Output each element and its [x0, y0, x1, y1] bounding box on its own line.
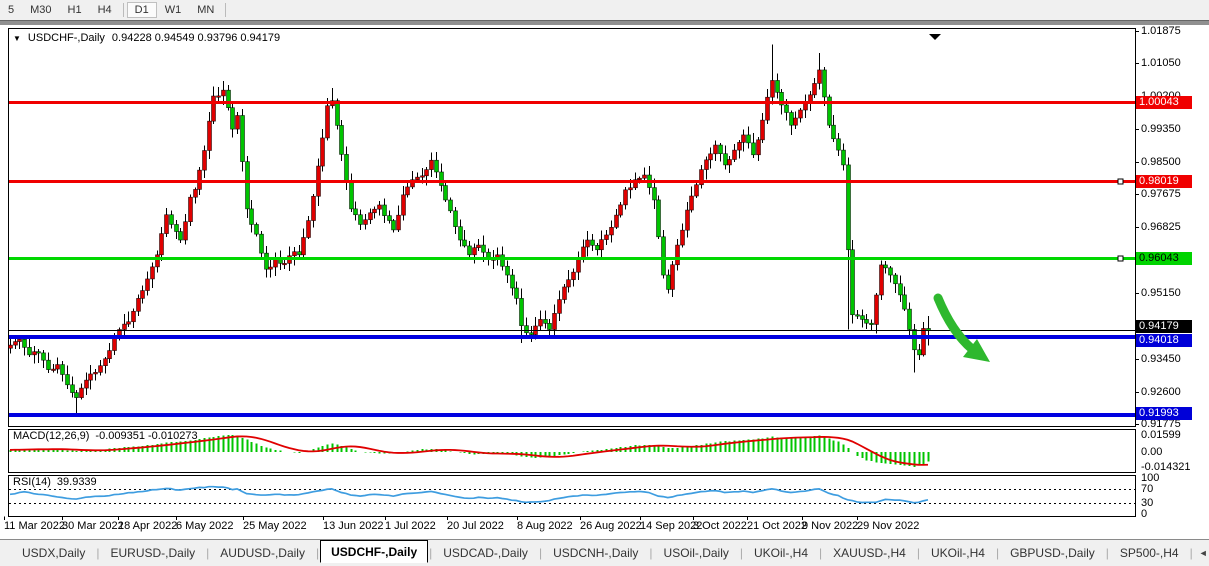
- chart-symbol-label: USDCHF-,Daily: [28, 32, 105, 44]
- date-axis-label: 3 Oct 2022: [693, 520, 747, 532]
- date-axis-label: 26 Aug 2022: [580, 520, 642, 532]
- price-level-chip: 0.98019: [1136, 175, 1192, 188]
- macd-name: MACD(12,26,9): [13, 430, 89, 442]
- date-axis-label: 13 Jun 2022: [323, 520, 384, 532]
- date-axis-label: 9 Nov 2022: [802, 520, 858, 532]
- macd-values: -0.009351 -0.010273: [95, 430, 197, 442]
- price-axis-tick: 0.99350: [1141, 123, 1181, 135]
- date-axis-label: 8 Aug 2022: [517, 520, 573, 532]
- trend-arrow[interactable]: [938, 298, 972, 349]
- price-axis-tick: 0.92600: [1141, 386, 1181, 398]
- date-axis-label: 20 Jul 2022: [447, 520, 504, 532]
- price-level-chip: 0.96043: [1136, 252, 1192, 265]
- date-axis-label: 11 Mar 2022: [4, 520, 65, 532]
- date-axis-label: 29 Nov 2022: [857, 520, 919, 532]
- price-axis-tick: 1.01050: [1141, 57, 1181, 69]
- date-axis-label: 30 Mar 2022: [62, 520, 124, 532]
- rsi-name: RSI(14): [13, 476, 51, 488]
- price-level-chip: 0.94179: [1136, 320, 1192, 333]
- date-axis-label: 1 Jul 2022: [385, 520, 436, 532]
- macd-axis-tick: 0.00: [1141, 446, 1162, 458]
- symbol-dropdown-icon[interactable]: ▼: [13, 34, 21, 43]
- price-level-chip: 0.91993: [1136, 407, 1192, 420]
- price-axis-tick: 0.95150: [1141, 287, 1181, 299]
- macd-indicator-label: MACD(12,26,9) -0.009351 -0.010273: [13, 430, 198, 442]
- line-handle[interactable]: [1118, 256, 1123, 261]
- line-handle[interactable]: [1118, 179, 1123, 184]
- date-axis-label: 21 Oct 2022: [747, 520, 807, 532]
- date-axis-label: 6 May 2022: [176, 520, 233, 532]
- price-axis-tick: 0.97675: [1141, 188, 1181, 200]
- chart-title: ▼ USDCHF-,Daily 0.94228 0.94549 0.93796 …: [13, 32, 280, 44]
- macd-axis-tick: 0.01599: [1141, 429, 1181, 441]
- price-level-chip: 0.94018: [1136, 334, 1192, 347]
- rsi-indicator-label: RSI(14) 39.9339: [13, 476, 97, 488]
- trading-terminal-window: 5M30H1H4D1W1MN ▼ USDCHF-,Daily 0.94228 0…: [0, 0, 1209, 566]
- rsi-axis-tick: 70: [1141, 483, 1153, 495]
- price-axis-tick: 0.96825: [1141, 221, 1181, 233]
- date-axis-label: 18 Apr 2022: [118, 520, 177, 532]
- price-axis-tick: 0.93450: [1141, 353, 1181, 365]
- bar-position-marker: [929, 34, 941, 40]
- rsi-axis-tick: 0: [1141, 508, 1147, 520]
- chart-canvas[interactable]: [0, 0, 1209, 566]
- date-axis-label: 25 May 2022: [243, 520, 307, 532]
- price-axis-tick: 1.01875: [1141, 25, 1181, 37]
- price-axis-tick: 0.98500: [1141, 156, 1181, 168]
- rsi-value: 39.9339: [57, 476, 97, 488]
- price-level-chip: 1.00043: [1136, 96, 1192, 109]
- chart-ohlc-values: 0.94228 0.94549 0.93796 0.94179: [112, 32, 280, 44]
